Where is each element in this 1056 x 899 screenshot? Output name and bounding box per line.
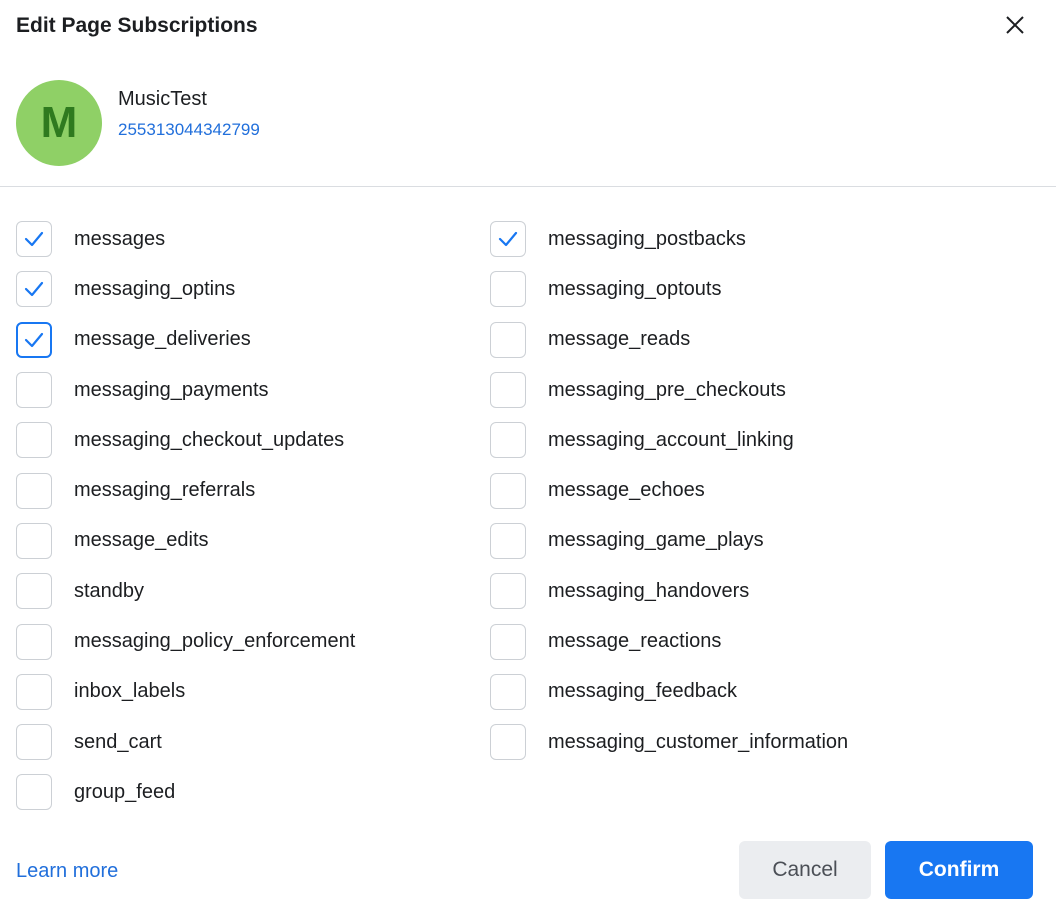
subscription-checkbox[interactable] <box>490 673 526 710</box>
subscription-item[interactable]: messaging_pre_checkouts <box>490 365 960 415</box>
subscription-checkbox[interactable] <box>490 321 526 358</box>
subscription-checkbox[interactable] <box>16 422 52 459</box>
subscription-item[interactable]: send_cart <box>16 717 486 767</box>
subscription-label: messaging_checkout_updates <box>74 428 345 451</box>
subscription-label: message_edits <box>74 529 209 552</box>
subscription-checkbox[interactable] <box>16 774 52 811</box>
subscription-checkbox[interactable] <box>490 522 526 559</box>
subscription-item[interactable]: messaging_customer_information <box>490 717 960 767</box>
subscription-label: messaging_handovers <box>548 579 750 602</box>
subscription-checkbox[interactable] <box>16 522 52 559</box>
subscription-checkbox[interactable] <box>16 623 52 660</box>
subscription-checkbox[interactable] <box>16 271 52 308</box>
subscription-label: messaging_payments <box>74 378 269 401</box>
subscription-item[interactable]: messaging_referrals <box>16 465 486 515</box>
subscription-label: messaging_account_linking <box>548 428 794 451</box>
subscription-label: messaging_pre_checkouts <box>548 378 786 401</box>
subscription-label: message_reads <box>548 328 691 351</box>
subscription-item[interactable]: inbox_labels <box>16 667 486 717</box>
subscription-label: message_echoes <box>548 479 705 502</box>
subscription-checkbox[interactable] <box>490 724 526 761</box>
subscription-label: group_feed <box>74 780 176 803</box>
subscription-label: messaging_policy_enforcement <box>74 630 356 653</box>
subscription-checkbox[interactable] <box>490 271 526 308</box>
subscription-checkbox[interactable] <box>16 472 52 509</box>
subscription-checkbox[interactable] <box>490 573 526 610</box>
subscription-item[interactable]: messaging_payments <box>16 365 486 415</box>
page-name: MusicTest <box>118 88 207 110</box>
subscription-checkbox[interactable] <box>490 221 526 258</box>
subscription-item[interactable]: messaging_checkout_updates <box>16 415 486 465</box>
subscription-label: messaging_game_plays <box>548 529 764 552</box>
edit-subscriptions-dialog: Edit Page Subscriptions M MusicTest 2553… <box>0 0 1056 899</box>
subscription-checkbox[interactable] <box>490 372 526 409</box>
subscription-item[interactable]: messages <box>16 214 486 264</box>
checkmark-icon <box>24 232 44 247</box>
subscription-item[interactable]: standby <box>16 566 486 616</box>
subscription-label: messaging_optins <box>74 277 236 300</box>
subscription-checkbox[interactable] <box>490 422 526 459</box>
subscription-item[interactable]: messaging_game_plays <box>490 516 960 566</box>
subscription-checkbox[interactable] <box>16 321 52 358</box>
avatar: M <box>16 80 102 166</box>
subscription-label: messages <box>74 227 166 250</box>
subscription-item[interactable]: messaging_handovers <box>490 566 960 616</box>
subscription-label: messaging_referrals <box>74 479 256 502</box>
subscription-item[interactable]: messaging_optins <box>16 264 486 314</box>
subscription-checkbox[interactable] <box>16 673 52 710</box>
close-button[interactable] <box>1000 10 1030 40</box>
subscription-checkbox[interactable] <box>490 623 526 660</box>
subscription-item[interactable]: messaging_optouts <box>490 264 960 314</box>
learn-more-link[interactable]: Learn more <box>16 858 118 884</box>
dialog-title: Edit Page Subscriptions <box>16 14 258 37</box>
subscription-label: message_reactions <box>548 630 722 653</box>
confirm-button[interactable]: Confirm <box>885 841 1033 899</box>
subscription-item[interactable]: message_echoes <box>490 465 960 515</box>
close-icon[interactable] <box>1000 10 1030 40</box>
checkmark-icon <box>498 232 518 247</box>
subscription-item[interactable]: messaging_postbacks <box>490 214 960 264</box>
subscription-item[interactable]: message_edits <box>16 516 486 566</box>
subscriptions-column-right: messaging_postbacks messaging_optoutsmess… <box>490 214 960 767</box>
page-id-link[interactable]: 255313044342799 <box>118 118 260 142</box>
subscription-label: message_deliveries <box>74 328 251 351</box>
cancel-button[interactable]: Cancel <box>739 841 871 899</box>
subscription-label: messaging_optouts <box>548 277 722 300</box>
divider <box>0 186 1056 187</box>
subscription-item[interactable]: message_deliveries <box>16 315 486 365</box>
subscription-item[interactable]: message_reads <box>490 315 960 365</box>
subscription-checkbox[interactable] <box>16 573 52 610</box>
subscription-label: messaging_feedback <box>548 680 738 703</box>
subscription-label: standby <box>74 579 145 602</box>
subscription-label: inbox_labels <box>74 680 186 703</box>
avatar-letter: M <box>40 98 78 147</box>
subscription-label: messaging_postbacks <box>548 227 746 250</box>
subscription-item[interactable]: messaging_account_linking <box>490 415 960 465</box>
subscription-item[interactable]: messaging_policy_enforcement <box>16 616 486 666</box>
subscriptions-column-left: messages messaging_optins message_deliveri… <box>16 214 486 818</box>
subscription-label: send_cart <box>74 730 162 753</box>
subscription-label: messaging_customer_information <box>548 730 849 753</box>
subscription-checkbox[interactable] <box>16 221 52 258</box>
subscription-item[interactable]: messaging_feedback <box>490 667 960 717</box>
subscription-checkbox[interactable] <box>16 372 52 409</box>
checkmark-icon <box>24 282 44 297</box>
subscription-item[interactable]: message_reactions <box>490 616 960 666</box>
checkmark-icon <box>24 332 44 347</box>
subscription-checkbox[interactable] <box>16 724 52 761</box>
subscription-item[interactable]: group_feed <box>16 767 486 817</box>
subscription-checkbox[interactable] <box>490 472 526 509</box>
